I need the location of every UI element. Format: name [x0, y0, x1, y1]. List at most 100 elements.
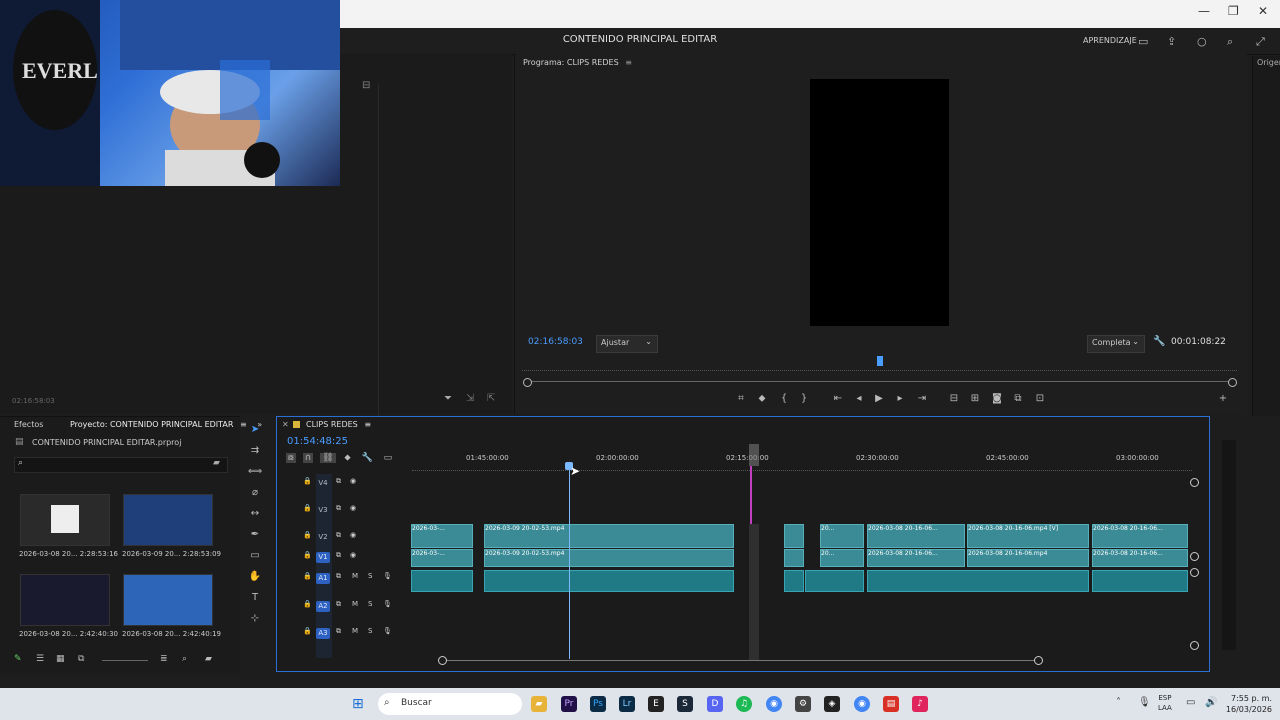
file-explorer-icon[interactable]: ▰	[531, 696, 547, 712]
filter-icon[interactable]: ⏷	[444, 393, 452, 404]
rectangle-icon[interactable]: ▭	[246, 550, 264, 566]
mute-toggle[interactable]: M	[352, 572, 358, 580]
sync-icon[interactable]: ⧉	[336, 504, 341, 513]
pen-icon[interactable]: ✒	[246, 529, 264, 545]
go-to-out-icon[interactable]: ⇥	[915, 393, 929, 404]
auto-reframe-icon[interactable]: ⊹	[246, 613, 264, 629]
zoom-slider[interactable]	[102, 660, 148, 661]
panel-icon[interactable]: ▭	[1138, 35, 1148, 48]
track-v3[interactable]: 🔒 V3 ⧉ ◉	[286, 502, 408, 520]
new-bin-icon[interactable]: ▰	[205, 654, 212, 664]
premiere-icon[interactable]: Pr	[561, 696, 577, 712]
play-icon[interactable]: ▶	[872, 393, 886, 404]
audio-clip-a1[interactable]	[1092, 570, 1188, 592]
scroll-handle[interactable]	[1190, 478, 1199, 487]
clip-v2[interactable]: 2026-03-...	[411, 524, 473, 548]
network-icon[interactable]: ▭	[1186, 697, 1195, 708]
nest-icon[interactable]: ⧇	[286, 453, 296, 463]
mute-toggle[interactable]: M	[352, 627, 358, 635]
lock-icon[interactable]: 🔒	[303, 531, 312, 539]
clip-v1[interactable]: 2026-03-09 20-02-53.mp4	[484, 549, 734, 567]
zoom-handle-left[interactable]	[438, 656, 447, 665]
camera-icon[interactable]: ◙	[990, 393, 1004, 404]
sync-icon[interactable]: ⧉	[336, 627, 341, 636]
track-select-icon[interactable]: ⇉	[246, 445, 264, 461]
chevron-up-icon[interactable]: ˄	[1116, 697, 1121, 708]
freeform-view-icon[interactable]: ⧉	[78, 654, 84, 664]
fit-select[interactable]: Ajustar ⌄	[596, 335, 658, 353]
mic-icon[interactable]: 🎙	[383, 627, 392, 635]
mute-toggle[interactable]: M	[352, 600, 358, 608]
clip-v1[interactable]: 2026-03-08 20-16-06...	[1092, 549, 1188, 567]
track-v2[interactable]: 🔒 V2 ⧉ ◉	[286, 529, 408, 547]
audio-clip-a1[interactable]	[784, 570, 804, 592]
taskbar-search[interactable]: ⌕ Buscar	[378, 693, 522, 715]
razor-icon[interactable]: ⌀	[246, 487, 264, 503]
mic-icon[interactable]: 🎙	[1138, 697, 1151, 708]
close-icon[interactable]: ✕	[282, 420, 289, 429]
slip-icon[interactable]: ↔	[246, 508, 264, 524]
progress-icon[interactable]: ○	[1197, 35, 1207, 48]
track-a2[interactable]: 🔒 A2 ⧉ M S 🎙	[286, 598, 408, 616]
search-icon[interactable]: ⌕	[182, 654, 187, 664]
track-v1[interactable]: 🔒 V1 ⧉ ◉	[286, 549, 408, 567]
clip-v2[interactable]: 2026-03-08 20-16-06...	[1092, 524, 1188, 548]
scroll-handle[interactable]	[1190, 641, 1199, 650]
eye-icon[interactable]: ◉	[350, 504, 356, 512]
compare-icon[interactable]: ⧉	[1011, 393, 1025, 404]
lock-icon[interactable]: 🔒	[303, 551, 312, 559]
selection-tool-icon[interactable]: ➤	[246, 424, 264, 440]
timeline-title[interactable]: CLIPS REDES ≡	[306, 420, 371, 429]
close-icon[interactable]: ✕	[1258, 4, 1268, 18]
solo-toggle[interactable]: S	[368, 600, 372, 608]
mark-out-icon[interactable]: }	[797, 393, 811, 404]
track-v4[interactable]: 🔒 V4 ⧉ ◉	[286, 475, 408, 493]
linked-selection-icon[interactable]: ⛓	[320, 453, 336, 463]
chrome-icon[interactable]: ◉	[854, 696, 870, 712]
clip-v1[interactable]: 2026-03-08 20-16-06.mp4	[967, 549, 1089, 567]
clip-v2[interactable]	[784, 524, 804, 548]
clip-v1[interactable]: 2026-03-08 20-16-06...	[867, 549, 965, 567]
lightroom-icon[interactable]: Lr	[619, 696, 635, 712]
sync-icon[interactable]: ⧉	[336, 572, 341, 581]
audio-clip-a1[interactable]	[411, 570, 473, 592]
learn-tab[interactable]: APRENDIZAJE	[1083, 36, 1137, 45]
overwrite-icon[interactable]: ⇱	[487, 393, 495, 404]
audio-clip-a1[interactable]	[805, 570, 864, 592]
timeline-timecode[interactable]: 01:54:48:25	[287, 436, 348, 447]
eye-icon[interactable]: ◉	[350, 531, 356, 539]
snap-icon[interactable]: ∩	[302, 453, 314, 463]
sync-icon[interactable]: ⧉	[336, 477, 341, 486]
panel-menu-icon[interactable]: ⊟	[362, 80, 370, 91]
thumbnail-4[interactable]	[123, 574, 213, 626]
chrome-icon[interactable]: ◉	[766, 696, 782, 712]
maximize-icon[interactable]: ❐	[1228, 4, 1239, 18]
project-search-input[interactable]: ⌕	[14, 457, 228, 473]
lift-icon[interactable]: ⌗	[734, 393, 748, 404]
search-icon[interactable]: ⌕	[1227, 35, 1233, 49]
audio-clip-a1[interactable]	[484, 570, 734, 592]
zoom-bar[interactable]	[527, 381, 1232, 382]
taskbar-clock[interactable]: 7:55 p. m. 16/03/2026	[1222, 693, 1272, 715]
go-to-in-icon[interactable]: ⇤	[831, 393, 845, 404]
step-back-icon[interactable]: ◂	[852, 393, 866, 404]
thumbnail-3[interactable]	[20, 574, 110, 626]
settings-icon[interactable]: ⊡	[1033, 393, 1047, 404]
program-playhead[interactable]	[877, 356, 883, 366]
eye-icon[interactable]: ◉	[350, 477, 356, 485]
windows-start-icon[interactable]: ⊞	[352, 696, 364, 712]
photoshop-icon[interactable]: Ps	[590, 696, 606, 712]
menu-icon[interactable]: ≡	[625, 58, 632, 67]
extract-icon[interactable]: ⊞	[968, 393, 982, 404]
marker-icon[interactable]: ⬥	[344, 453, 350, 463]
solo-toggle[interactable]: S	[368, 627, 372, 635]
insert-icon[interactable]: ⇲	[466, 393, 474, 404]
lock-icon[interactable]: 🔒	[303, 600, 312, 608]
type-icon[interactable]: T	[246, 592, 264, 608]
program-title[interactable]: Programa: CLIPS REDES ≡	[523, 58, 632, 67]
track-a3[interactable]: 🔒 A3 ⧉ M S 🎙	[286, 625, 408, 643]
in-out-marker[interactable]	[749, 444, 759, 466]
zoom-handle-right[interactable]	[1228, 378, 1237, 387]
solo-toggle[interactable]: S	[368, 572, 372, 580]
share-icon[interactable]: ⇪	[1167, 35, 1176, 48]
